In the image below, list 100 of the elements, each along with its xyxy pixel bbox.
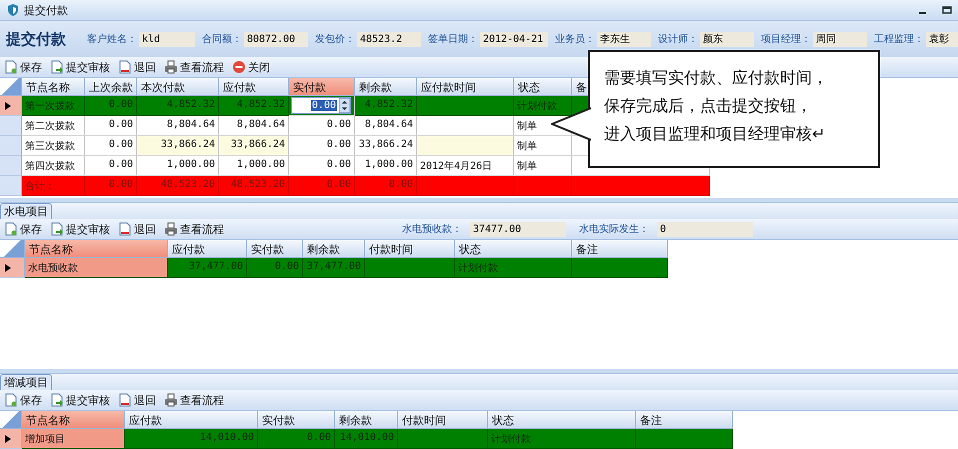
table-cell: 37,477.00 xyxy=(303,258,365,278)
table-cell: 0.00 xyxy=(247,258,303,278)
document-icon xyxy=(118,222,132,236)
toolbar-button[interactable]: 查看流程 xyxy=(164,392,224,408)
toolbar-button[interactable]: 提交审核 xyxy=(50,60,110,74)
table-cell: 第四次拨款 xyxy=(22,156,85,176)
row-pointer-icon xyxy=(5,102,11,110)
table-cell: 1,000.00 xyxy=(355,156,417,176)
document-icon xyxy=(118,60,132,74)
section-tab[interactable]: 水电项目 xyxy=(0,203,52,219)
column-header[interactable]: 实付款 xyxy=(247,240,303,258)
input-field[interactable]: 48523.2 xyxy=(357,32,421,46)
field-label: 签单日期： xyxy=(428,32,478,46)
input-field[interactable]: 80872.00 xyxy=(244,32,308,46)
toolbar-button[interactable]: 退回 xyxy=(118,60,156,74)
section-tab[interactable]: 增减项目 xyxy=(0,374,52,390)
column-header[interactable]: 节点名称 xyxy=(22,411,125,429)
column-header[interactable]: 备注 xyxy=(636,411,733,429)
input-field[interactable]: 颜东 xyxy=(700,32,754,46)
row-indicator[interactable] xyxy=(0,429,22,449)
field-label: 工程监理： xyxy=(874,33,924,46)
column-header[interactable]: 节点名称 xyxy=(25,240,168,258)
toolbar-button[interactable]: 退回 xyxy=(118,222,156,236)
field-label: 项目经理： xyxy=(761,33,811,46)
toolbar-button[interactable]: 查看流程 xyxy=(164,60,224,74)
spin-field[interactable]: 0.00 xyxy=(291,97,351,114)
field-label: 合同额： xyxy=(202,32,242,46)
input-field[interactable]: 2012-04-21 xyxy=(480,32,548,46)
table-cell: 1,000.00 xyxy=(219,156,289,176)
table-cell: 0.00 xyxy=(289,156,355,176)
printer-icon xyxy=(164,393,178,407)
column-header[interactable]: 付款时间 xyxy=(365,240,455,258)
column-header[interactable]: 本次付款 xyxy=(137,78,219,96)
toolbar-button[interactable]: 关闭 xyxy=(232,60,270,74)
toolbar-button[interactable]: 保存 xyxy=(4,222,42,236)
document-arrow-icon xyxy=(50,393,64,407)
table-cell: 计划付款 xyxy=(455,258,572,278)
save-icon xyxy=(4,393,18,407)
table-cell: 4,852.32 xyxy=(137,96,219,116)
table-cell: 14,010.00 xyxy=(125,429,258,449)
shield-icon xyxy=(6,3,20,17)
table-cell: 14,010.00 xyxy=(335,429,398,449)
table-cell: 制单 xyxy=(514,136,572,156)
toolbar-button[interactable]: 保存 xyxy=(4,392,42,408)
column-header[interactable]: 剩余款 xyxy=(355,78,417,96)
input-field[interactable]: 周同 xyxy=(813,32,867,46)
table-cell: 0.00 xyxy=(85,116,137,136)
table-cell: 8,804.64 xyxy=(137,116,219,136)
column-header[interactable]: 剩余款 xyxy=(303,240,365,258)
table-cell: 33,866.24 xyxy=(219,136,289,156)
table-cell: 1,000.00 xyxy=(137,156,219,176)
table-cell: 计划付款 xyxy=(488,429,636,449)
callout-text: 需要填写实付款、应付款时间， xyxy=(604,67,828,89)
row-pointer-icon xyxy=(5,264,11,272)
table-cell: 第三次拨款 xyxy=(22,136,85,156)
column-header[interactable]: 付款时间 xyxy=(398,411,488,429)
table-cell: 8,804.64 xyxy=(219,116,289,136)
toolbar-button[interactable]: 查看流程 xyxy=(164,222,224,236)
toolbar-button[interactable]: 保存 xyxy=(4,60,42,74)
column-header[interactable]: 应付款 xyxy=(125,411,258,429)
callout-text: 进入项目监理和项目经理审核↵ xyxy=(604,123,826,145)
row-pointer-icon xyxy=(5,434,11,442)
input-field[interactable]: 0 xyxy=(657,222,753,236)
table-cell: 37,477.00 xyxy=(168,258,247,278)
page-title: 提交付款 xyxy=(6,30,66,48)
table-cell: 制单 xyxy=(514,156,572,176)
field-label: 业务员： xyxy=(555,32,595,46)
toolbar-button[interactable]: 退回 xyxy=(118,392,156,408)
input-field[interactable]: 袁彰 xyxy=(926,32,958,46)
table-cell: 计划付款 xyxy=(514,96,572,116)
column-header[interactable]: 应付款时间 xyxy=(417,78,514,96)
column-header[interactable]: 状态 xyxy=(455,240,572,258)
callout-text: 保存完成后，点击提交按钮， xyxy=(604,95,812,117)
column-header[interactable]: 剩余款 xyxy=(335,411,398,429)
save-icon xyxy=(4,222,18,236)
column-header[interactable]: 状态 xyxy=(514,78,572,96)
column-header[interactable]: 实付款 xyxy=(289,78,355,96)
column-header[interactable]: 状态 xyxy=(488,411,636,429)
input-field[interactable]: 李东生 xyxy=(597,32,651,46)
column-header[interactable]: 应付款 xyxy=(168,240,247,258)
table-cell: 0.00 xyxy=(85,176,137,196)
maximize-icon[interactable] xyxy=(942,5,952,15)
toolbar-button[interactable]: 提交审核 xyxy=(50,392,110,408)
table-cell: 48,523.20 xyxy=(219,176,289,196)
column-header[interactable]: 实付款 xyxy=(258,411,335,429)
input-field[interactable]: kld xyxy=(139,32,195,46)
table-cell: 48,523.20 xyxy=(137,176,219,196)
table-cell: 0.00 xyxy=(355,176,417,196)
table-cell: 33,866.24 xyxy=(137,136,219,156)
field-label: 水电实际发生： xyxy=(579,222,649,236)
column-header[interactable]: 上次余款 xyxy=(85,78,137,96)
column-header[interactable]: 节点名称 xyxy=(22,78,85,96)
toolbar-button[interactable]: 提交审核 xyxy=(50,222,110,236)
row-indicator[interactable] xyxy=(0,258,25,278)
column-header[interactable]: 应付款 xyxy=(219,78,289,96)
column-header[interactable]: 备注 xyxy=(572,240,668,258)
printer-icon xyxy=(164,60,178,74)
input-field[interactable]: 37477.00 xyxy=(470,222,566,236)
table-cell: 4,852.32 xyxy=(219,96,289,116)
row-indicator[interactable] xyxy=(0,96,22,116)
